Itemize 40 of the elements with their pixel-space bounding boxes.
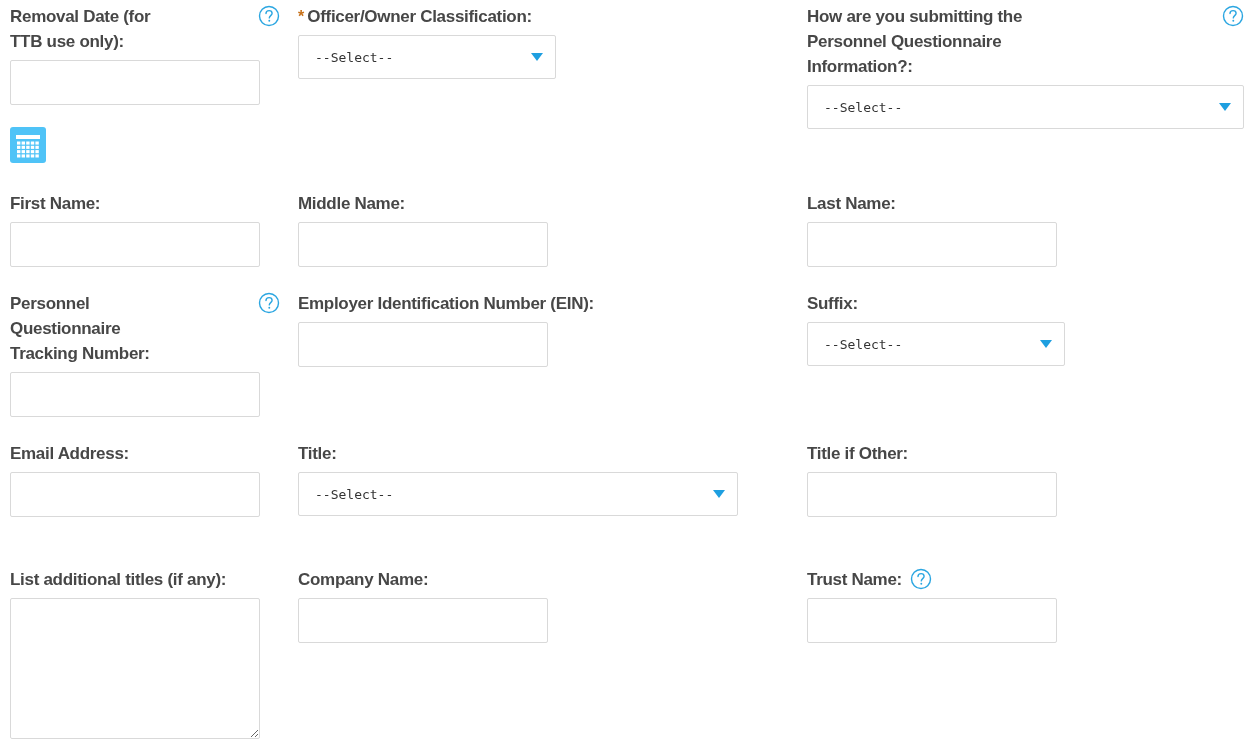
field-label: How are you submitting the Personnel Questionnaire Information?: (807, 6, 1024, 78)
date-field[interactable] (10, 60, 260, 105)
caret-icon (713, 490, 725, 498)
select-field[interactable]: --Select-- (298, 472, 738, 516)
help-icon[interactable] (258, 5, 280, 27)
input-field[interactable] (298, 598, 548, 643)
field-label: Trust Name: (807, 569, 902, 591)
field-label: Title: (298, 443, 337, 465)
field-label: Employer Identification Number (EIN): (298, 293, 594, 315)
field-label: Last Name: (807, 193, 896, 215)
required-mark: * (298, 7, 305, 27)
calendar-icon[interactable] (10, 127, 46, 163)
field-label: Removal Date (for TTB use only): (10, 6, 152, 53)
help-icon[interactable] (258, 292, 280, 314)
select-field[interactable]: --Select-- (807, 322, 1065, 366)
caret-icon (1219, 103, 1231, 111)
field-label: Email Address: (10, 443, 129, 465)
field-label: Middle Name: (298, 193, 405, 215)
field-label: List additional titles (if any): (10, 569, 227, 591)
field-label: Personnel Questionnaire Tracking Number: (10, 293, 151, 365)
input-field[interactable] (10, 372, 260, 417)
input-field[interactable] (807, 598, 1057, 643)
input-field[interactable] (298, 322, 548, 367)
input-field[interactable] (807, 222, 1057, 267)
field-label: Suffix: (807, 293, 858, 315)
input-field[interactable] (10, 472, 260, 517)
caret-icon (1040, 340, 1052, 348)
help-icon[interactable] (909, 568, 932, 590)
field-label: Title if Other: (807, 443, 908, 465)
field-label: First Name: (10, 193, 101, 215)
text-area[interactable] (10, 598, 260, 739)
field-label: Company Name: (298, 569, 429, 591)
help-icon[interactable] (1222, 5, 1244, 27)
select-field[interactable]: --Select-- (298, 35, 556, 79)
input-field[interactable] (10, 222, 260, 267)
input-field[interactable] (298, 222, 548, 267)
input-field[interactable] (807, 472, 1057, 517)
field-label: Officer/Owner Classification: (307, 6, 532, 28)
caret-icon (531, 53, 543, 61)
select-field[interactable]: --Select-- (807, 85, 1244, 129)
